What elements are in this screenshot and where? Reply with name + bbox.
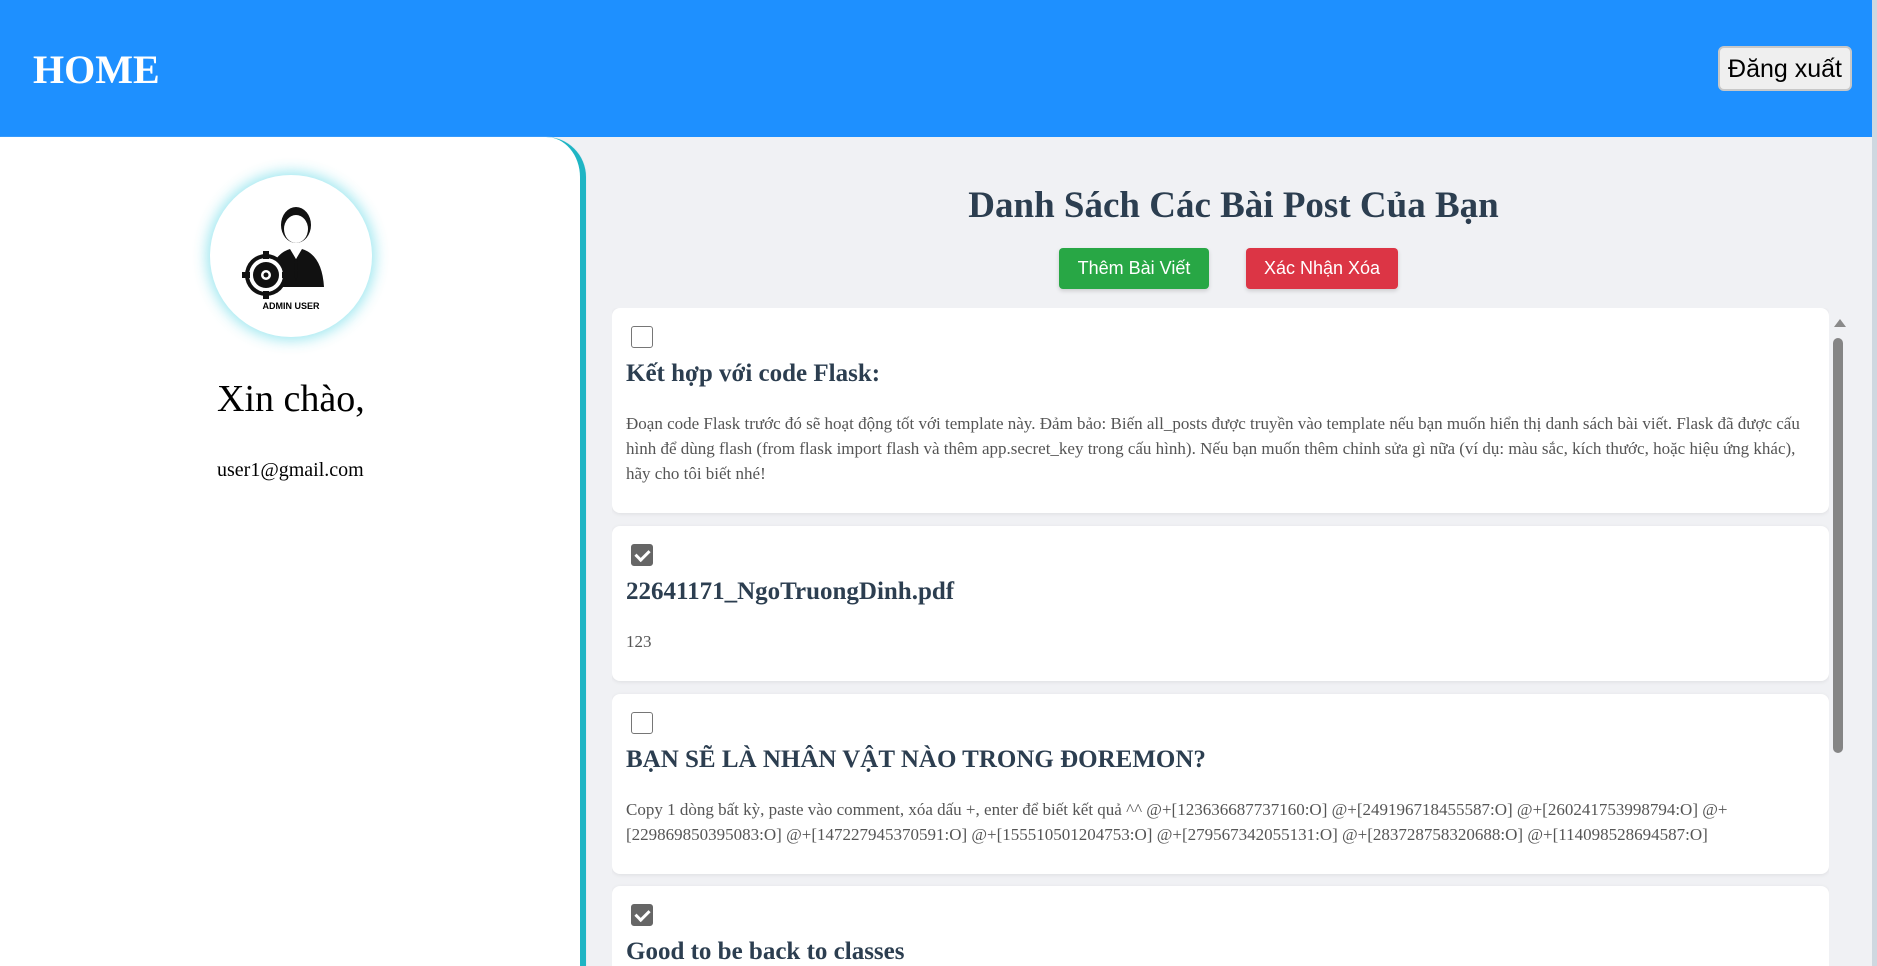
window-edge xyxy=(1872,0,1877,966)
post-select-checkbox[interactable] xyxy=(631,326,653,348)
post-card: Kết hợp với code Flask: Đoạn code Flask … xyxy=(612,308,1829,513)
scrollbar-thumb[interactable] xyxy=(1833,338,1843,753)
avatar-caption: ADMIN USER xyxy=(262,301,320,311)
post-select-checkbox[interactable] xyxy=(631,544,653,566)
avatar: ADMIN USER xyxy=(210,175,372,337)
confirm-delete-button[interactable]: Xác Nhận Xóa xyxy=(1246,248,1398,289)
logout-button[interactable]: Đăng xuất xyxy=(1718,46,1852,91)
post-list[interactable]: Kết hợp với code Flask: Đoạn code Flask … xyxy=(612,308,1829,966)
post-title: BẠN SẼ LÀ NHÂN VẬT NÀO TRONG ĐOREMON? xyxy=(626,746,1206,773)
add-post-button[interactable]: Thêm Bài Viết xyxy=(1059,248,1209,289)
post-card: BẠN SẼ LÀ NHÂN VẬT NÀO TRONG ĐOREMON? Co… xyxy=(612,694,1829,874)
post-body: 123 xyxy=(626,632,652,651)
post-select-checkbox[interactable] xyxy=(631,712,653,734)
page-title: Danh Sách Các Bài Post Của Bạn xyxy=(968,185,1499,226)
post-card: Good to be back to classes xyxy=(612,886,1829,966)
post-card: 22641171_NgoTruongDinh.pdf 123 xyxy=(612,526,1829,681)
scroll-up-arrow-icon[interactable] xyxy=(1834,319,1846,327)
post-title: 22641171_NgoTruongDinh.pdf xyxy=(626,578,955,605)
post-list-scrollbar[interactable] xyxy=(1829,308,1849,966)
post-body: Copy 1 dòng bất kỳ, paste vào comment, x… xyxy=(626,800,1728,844)
profile-sidebar: ADMIN USER Xin chào, user1@gmail.com xyxy=(0,137,586,966)
post-title: Kết hợp với code Flask: xyxy=(626,360,881,387)
admin-user-icon xyxy=(242,207,324,299)
home-logo[interactable]: HOME xyxy=(33,46,160,93)
top-header: HOME Đăng xuất xyxy=(0,0,1877,137)
post-title: Good to be back to classes xyxy=(626,938,905,965)
greeting-text: Xin chào, xyxy=(217,378,365,420)
post-select-checkbox[interactable] xyxy=(631,904,653,926)
post-body: Đoạn code Flask trước đó sẽ hoạt động tố… xyxy=(626,414,1800,483)
user-email: user1@gmail.com xyxy=(217,459,364,481)
